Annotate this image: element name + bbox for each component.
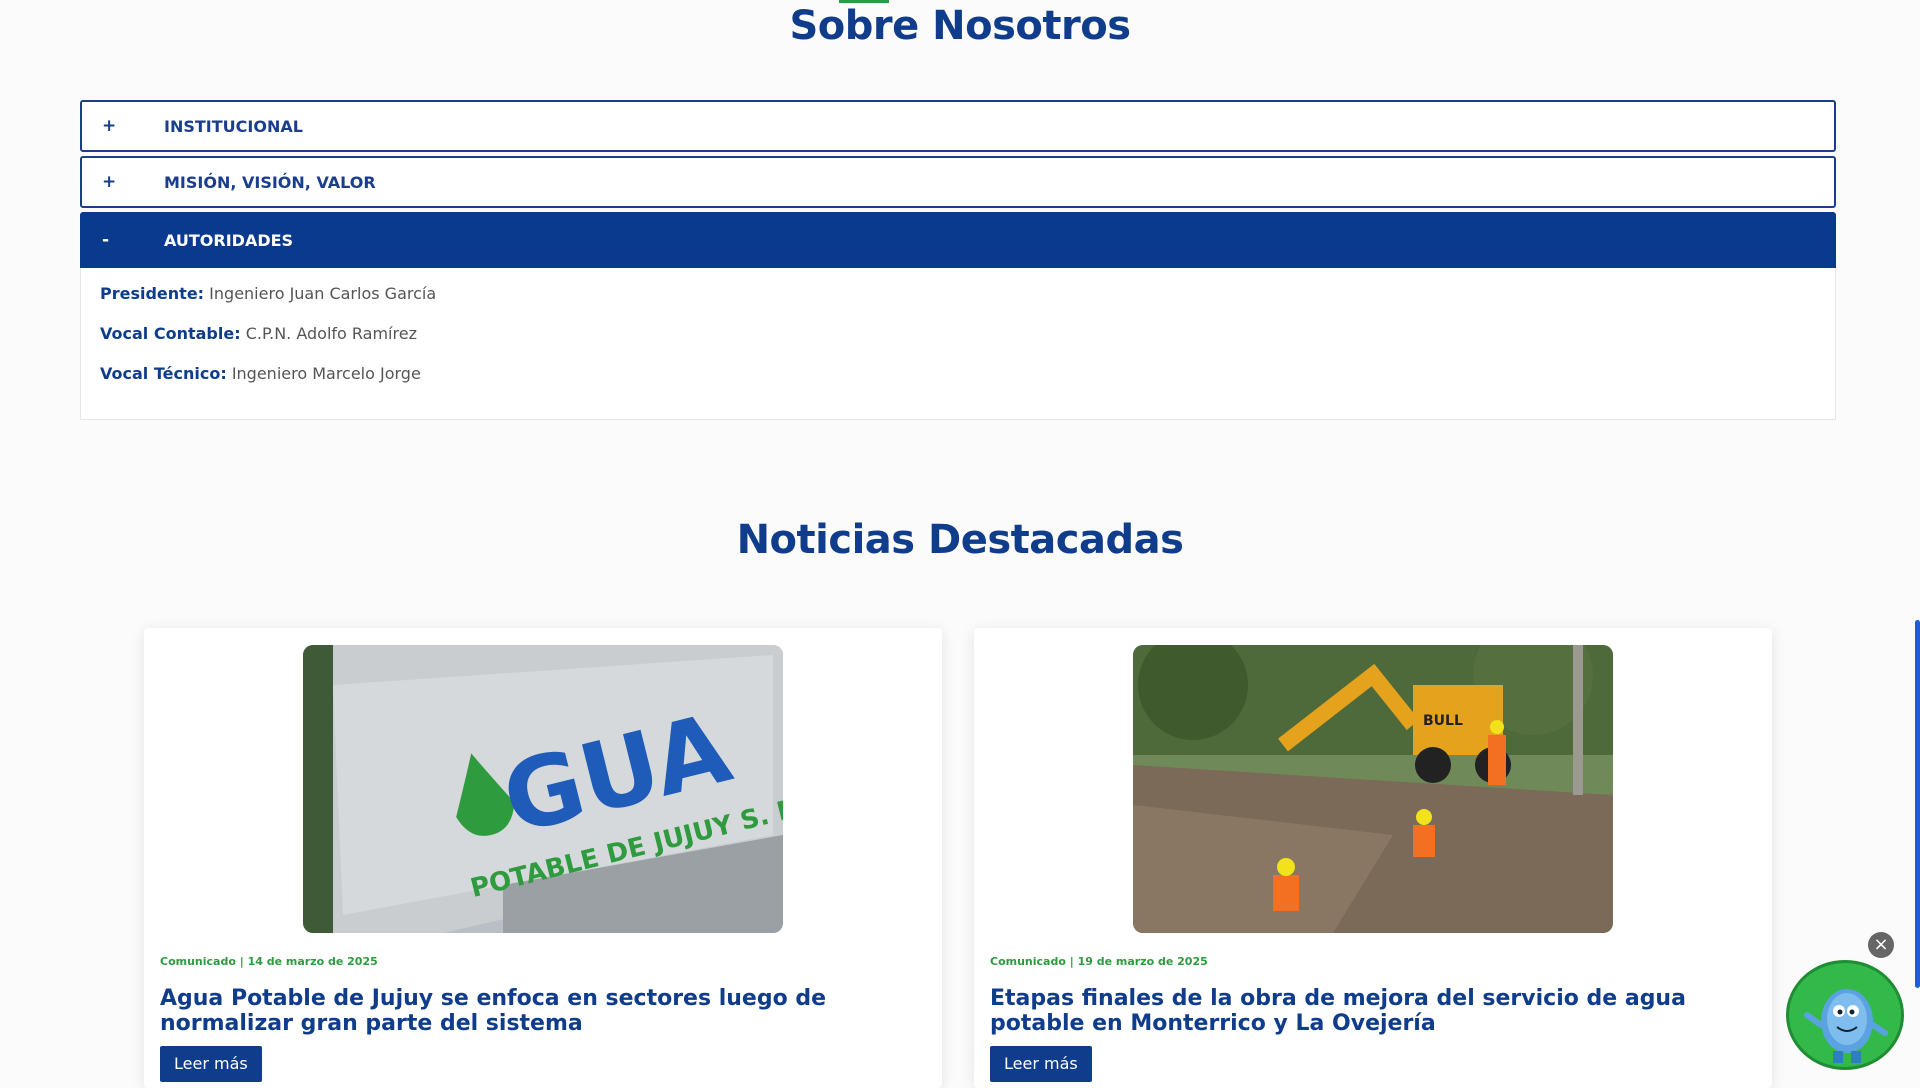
close-icon[interactable]: × <box>1868 932 1894 958</box>
expand-plus-icon: + <box>102 172 117 192</box>
read-more-button[interactable]: Leer más <box>160 1046 262 1082</box>
news-meta: Comunicado | 14 de marzo de 2025 <box>160 955 378 968</box>
authority-role: Vocal Técnico: <box>100 364 227 383</box>
authority-row: Vocal Contable: C.P.N. Adolfo Ramírez <box>100 324 1816 344</box>
accordion-label: AUTORIDADES <box>164 230 294 250</box>
news-card: GUA POTABLE DE JUJUY S. E. Comunicado | … <box>144 628 942 1088</box>
news-image-agua-building[interactable]: GUA POTABLE DE JUJUY S. E. <box>303 645 783 933</box>
about-title: Sobre Nosotros <box>789 3 1131 49</box>
news-title-link[interactable]: Etapas finales de la obra de mejora del … <box>990 986 1760 1036</box>
authority-row: Vocal Técnico: Ingeniero Marcelo Jorge <box>100 364 1816 384</box>
news-title: Noticias Destacadas <box>736 517 1184 563</box>
authority-name: C.P.N. Adolfo Ramírez <box>245 324 417 343</box>
news-image-construction-site[interactable]: BULL <box>1133 645 1613 933</box>
accordion-autoridades[interactable]: - AUTORIDADES <box>80 212 1836 268</box>
accordion-mision-vision-valor[interactable]: + MISIÓN, VISIÓN, VALOR <box>80 156 1836 208</box>
accordion-label: MISIÓN, VISIÓN, VALOR <box>164 172 376 192</box>
authority-role: Vocal Contable: <box>100 324 241 343</box>
accordion-autoridades-content: Presidente: Ingeniero Juan Carlos García… <box>80 268 1836 420</box>
authority-name: Ingeniero Juan Carlos García <box>209 284 437 303</box>
read-more-button[interactable]: Leer más <box>990 1046 1092 1082</box>
authority-row: Presidente: Ingeniero Juan Carlos García <box>100 284 1816 304</box>
about-accordion: + INSTITUCIONAL + MISIÓN, VISIÓN, VALOR … <box>80 100 1836 420</box>
news-card: BULL Comunicado | 19 de marzo de 2025 Et… <box>974 628 1772 1088</box>
news-title-link[interactable]: Agua Potable de Jujuy se enfoca en secto… <box>160 986 930 1036</box>
scrollbar-thumb[interactable] <box>1915 620 1920 988</box>
authority-role: Presidente: <box>100 284 205 303</box>
chat-mascot-button[interactable] <box>1786 960 1904 1070</box>
expand-plus-icon: + <box>102 116 117 136</box>
news-meta: Comunicado | 19 de marzo de 2025 <box>990 955 1208 968</box>
machine-brand-text: BULL <box>1423 713 1463 729</box>
collapse-minus-icon: - <box>102 230 110 250</box>
authority-name: Ingeniero Marcelo Jorge <box>231 364 421 383</box>
accordion-label: INSTITUCIONAL <box>164 116 303 136</box>
accordion-institucional[interactable]: + INSTITUCIONAL <box>80 100 1836 152</box>
